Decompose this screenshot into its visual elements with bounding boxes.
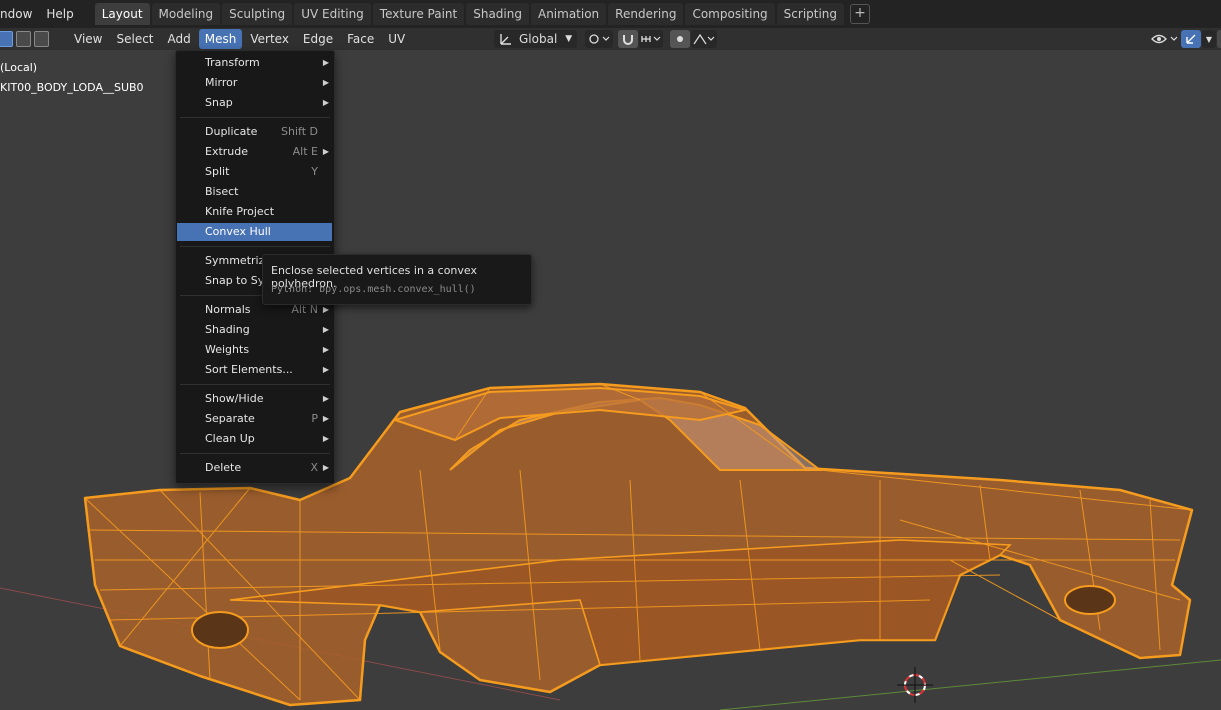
menu-help[interactable]: Help <box>39 0 80 28</box>
submenu-arrow-icon: ▶ <box>322 414 329 423</box>
menu-item-separate[interactable]: Separate P ▶ <box>177 410 332 428</box>
tab-animation[interactable]: Animation <box>530 3 607 25</box>
3d-cursor[interactable] <box>897 667 933 703</box>
viewport-header: View Select Add Mesh Vertex Edge Face UV… <box>0 28 1221 50</box>
pivot-icon <box>589 34 610 44</box>
submenu-arrow-icon: ▶ <box>322 147 329 156</box>
menu-item-transform[interactable]: Transform ▶ <box>177 54 332 72</box>
menu-uv[interactable]: UV <box>382 29 411 49</box>
snap-toggle[interactable] <box>618 30 639 48</box>
submenu-arrow-icon: ▶ <box>322 394 329 403</box>
tooltip: Enclose selected vertices in a convex po… <box>262 254 532 305</box>
submenu-arrow-icon: ▶ <box>322 58 329 67</box>
menu-view[interactable]: View <box>68 29 108 49</box>
tab-modeling[interactable]: Modeling <box>151 3 221 25</box>
workspace-tabs: Layout Modeling Sculpting UV Editing Tex… <box>94 0 871 28</box>
tab-scripting[interactable]: Scripting <box>776 3 845 25</box>
menu-add[interactable]: Add <box>162 29 197 49</box>
menu-item-snap[interactable]: Snap ▶ <box>177 94 332 112</box>
proportional-edit-toggle[interactable] <box>670 30 691 48</box>
gizmo-dropdown[interactable]: ▼ <box>1202 30 1216 48</box>
submenu-arrow-icon: ▶ <box>322 345 329 354</box>
menu-item-split[interactable]: Split Y <box>177 163 332 181</box>
y-axis-line <box>719 659 1221 710</box>
falloff-icon <box>693 33 715 45</box>
menu-item-duplicate[interactable]: Duplicate Shift D <box>177 123 332 141</box>
select-mode-group <box>0 31 52 47</box>
proportional-icon <box>677 36 684 42</box>
chevron-down-icon: ▼ <box>1205 34 1213 44</box>
transform-tools: Global ▼ <box>494 28 718 50</box>
overlay-toggle[interactable] <box>1217 30 1221 48</box>
menu-item-clean-up[interactable]: Clean Up ▶ <box>177 430 332 448</box>
add-workspace-button[interactable]: + <box>850 4 871 24</box>
top-bar: ndow Help Layout Modeling Sculpting UV E… <box>0 0 1221 28</box>
tab-texture-paint[interactable]: Texture Paint <box>372 3 465 25</box>
snap-element-dropdown[interactable] <box>639 30 664 48</box>
menu-separator <box>180 453 330 454</box>
viewport-right-tools: ▼ <box>1150 28 1221 50</box>
proportional-falloff-dropdown[interactable] <box>691 30 718 48</box>
orientation-icon <box>500 34 511 45</box>
visibility-dropdown[interactable] <box>1150 30 1180 48</box>
menu-item-delete[interactable]: Delete X ▶ <box>177 459 332 477</box>
menu-item-mirror[interactable]: Mirror ▶ <box>177 74 332 92</box>
viewport-mode-label: (Local) <box>0 61 38 74</box>
eye-icon <box>1151 34 1178 44</box>
menu-item-weights[interactable]: Weights ▶ <box>177 341 332 359</box>
menu-edge[interactable]: Edge <box>297 29 339 49</box>
viewport-object-label: KIT00_BODY_LODA__SUB0 <box>0 81 144 94</box>
tab-compositing[interactable]: Compositing <box>685 3 775 25</box>
submenu-arrow-icon: ▶ <box>322 365 329 374</box>
menu-face[interactable]: Face <box>341 29 380 49</box>
face-select-icon[interactable] <box>34 31 49 47</box>
gizmo-toggle[interactable] <box>1181 30 1201 48</box>
tab-shading[interactable]: Shading <box>466 3 529 25</box>
magnet-icon <box>623 35 634 45</box>
menu-select[interactable]: Select <box>110 29 159 49</box>
menu-separator <box>180 246 330 247</box>
menu-item-convex-hull[interactable]: Convex Hull <box>177 223 332 241</box>
tab-rendering[interactable]: Rendering <box>608 3 684 25</box>
transform-orientation-dropdown[interactable]: Global ▼ <box>494 30 578 48</box>
menu-separator <box>180 384 330 385</box>
submenu-arrow-icon: ▶ <box>322 78 329 87</box>
tab-sculpting[interactable]: Sculpting <box>222 3 293 25</box>
menu-window[interactable]: ndow <box>0 0 39 28</box>
menu-item-bisect[interactable]: Bisect <box>177 183 332 201</box>
vertex-select-icon[interactable] <box>0 31 13 47</box>
pivot-point-dropdown[interactable] <box>585 30 614 48</box>
front-wheel-arch <box>191 611 249 649</box>
menu-item-shading[interactable]: Shading ▶ <box>177 321 332 339</box>
snap-increment-icon <box>641 36 661 42</box>
menu-item-show-hide[interactable]: Show/Hide ▶ <box>177 390 332 408</box>
menu-item-sort-elements[interactable]: Sort Elements... ▶ <box>177 361 332 379</box>
tab-uv-editing[interactable]: UV Editing <box>294 3 371 25</box>
menu-vertex[interactable]: Vertex <box>244 29 295 49</box>
tooltip-python: Python: bpy.ops.mesh.convex_hull() <box>271 284 476 295</box>
tab-layout[interactable]: Layout <box>94 3 150 25</box>
submenu-arrow-icon: ▶ <box>322 98 329 107</box>
submenu-arrow-icon: ▶ <box>322 434 329 443</box>
rear-wheel-arch <box>1064 585 1116 615</box>
gizmo-icon <box>1186 34 1196 44</box>
transform-orientation-value: Global <box>519 32 558 46</box>
menu-mesh[interactable]: Mesh <box>198 29 243 49</box>
menu-separator <box>180 117 330 118</box>
menu-item-extrude[interactable]: Extrude Alt E ▶ <box>177 143 332 161</box>
edge-select-icon[interactable] <box>16 31 31 47</box>
menu-item-knife-project[interactable]: Knife Project <box>177 203 332 221</box>
chevron-down-icon: ▼ <box>565 34 573 44</box>
submenu-arrow-icon: ▶ <box>322 325 329 334</box>
submenu-arrow-icon: ▶ <box>322 463 329 472</box>
